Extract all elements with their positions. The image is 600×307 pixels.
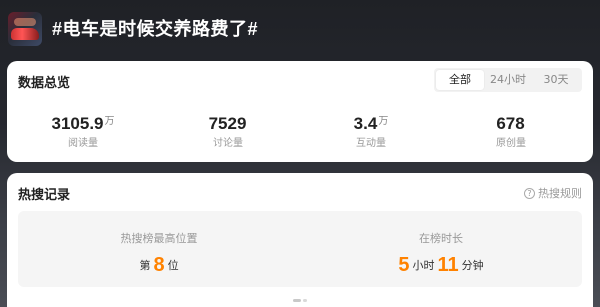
duration-hours: 5 bbox=[398, 254, 410, 276]
car-image bbox=[11, 28, 39, 40]
stat-discussions: 7529 讨论量 bbox=[158, 111, 298, 149]
stat-reads-unit: 万 bbox=[104, 116, 115, 127]
question-circle-icon: ? bbox=[524, 187, 535, 199]
hot-search-rules-link[interactable]: ? 热搜规则 bbox=[524, 185, 582, 201]
highest-position-number: 8 bbox=[153, 254, 165, 276]
duration-label: 在榜时长 bbox=[419, 232, 463, 245]
hot-search-panel: 热搜榜最高位置 第8位 在榜时长 5 小时 11 分钟 bbox=[18, 211, 582, 287]
tab-24h[interactable]: 24小时 bbox=[484, 70, 532, 90]
stat-discussions-label: 讨论量 bbox=[213, 138, 243, 149]
thumbnail-highlight bbox=[14, 18, 36, 26]
time-range-tabs: 全部 24小时 30天 bbox=[434, 68, 582, 92]
stats-row: 3105.9万 阅读量 7529 讨论量 3.4万 互动量 678 原创量 bbox=[7, 111, 593, 151]
topic-title: #电车是时候交养路费了# bbox=[52, 19, 259, 39]
tab-30d[interactable]: 30天 bbox=[532, 70, 580, 90]
pagination-dot[interactable] bbox=[303, 299, 307, 302]
stat-originals-value: 678 bbox=[496, 114, 525, 133]
highest-position-label: 热搜榜最高位置 bbox=[120, 232, 198, 245]
stat-reads-label: 阅读量 bbox=[68, 138, 98, 149]
duration-minutes: 11 bbox=[437, 254, 459, 276]
stat-originals: 678 原创量 bbox=[441, 111, 581, 149]
highest-position-value-row: 第8位 bbox=[18, 254, 300, 277]
carousel-pagination bbox=[7, 287, 593, 302]
stat-originals-label: 原创量 bbox=[496, 138, 526, 149]
topic-header: #电车是时候交养路费了# bbox=[0, 0, 600, 60]
stat-interactions-value: 3.4 bbox=[353, 114, 378, 133]
hot-search-rules-label: 热搜规则 bbox=[538, 187, 582, 200]
duration-value-row: 5 小时 11 分钟 bbox=[300, 254, 582, 277]
stat-reads-value: 3105.9 bbox=[51, 114, 104, 133]
hot-search-card: 热搜记录 ? 热搜规则 热搜榜最高位置 第8位 在榜时长 5 小时 11 分钟 bbox=[7, 173, 593, 307]
duration-minutes-unit: 分钟 bbox=[461, 259, 484, 272]
overview-title: 数据总览 bbox=[18, 76, 71, 91]
data-overview-card: 数据总览 全部 24小时 30天 3105.9万 阅读量 7529 讨论量 3.… bbox=[7, 61, 593, 162]
topic-thumbnail[interactable] bbox=[8, 12, 42, 46]
stat-interactions-label: 互动量 bbox=[356, 138, 386, 149]
stat-reads: 3105.9万 阅读量 bbox=[13, 111, 153, 149]
highest-position-block: 热搜榜最高位置 第8位 bbox=[18, 211, 300, 287]
hot-search-title: 热搜记录 bbox=[18, 188, 71, 203]
stat-interactions: 3.4万 互动量 bbox=[301, 111, 441, 149]
duration-block: 在榜时长 5 小时 11 分钟 bbox=[300, 211, 582, 287]
stat-interactions-unit: 万 bbox=[378, 116, 389, 127]
highest-position-prefix: 第 bbox=[139, 259, 151, 272]
tab-all[interactable]: 全部 bbox=[436, 70, 484, 90]
stat-discussions-value: 7529 bbox=[208, 114, 247, 133]
pagination-dot-active[interactable] bbox=[293, 299, 301, 302]
highest-position-suffix: 位 bbox=[167, 259, 179, 272]
duration-hours-unit: 小时 bbox=[412, 259, 435, 272]
